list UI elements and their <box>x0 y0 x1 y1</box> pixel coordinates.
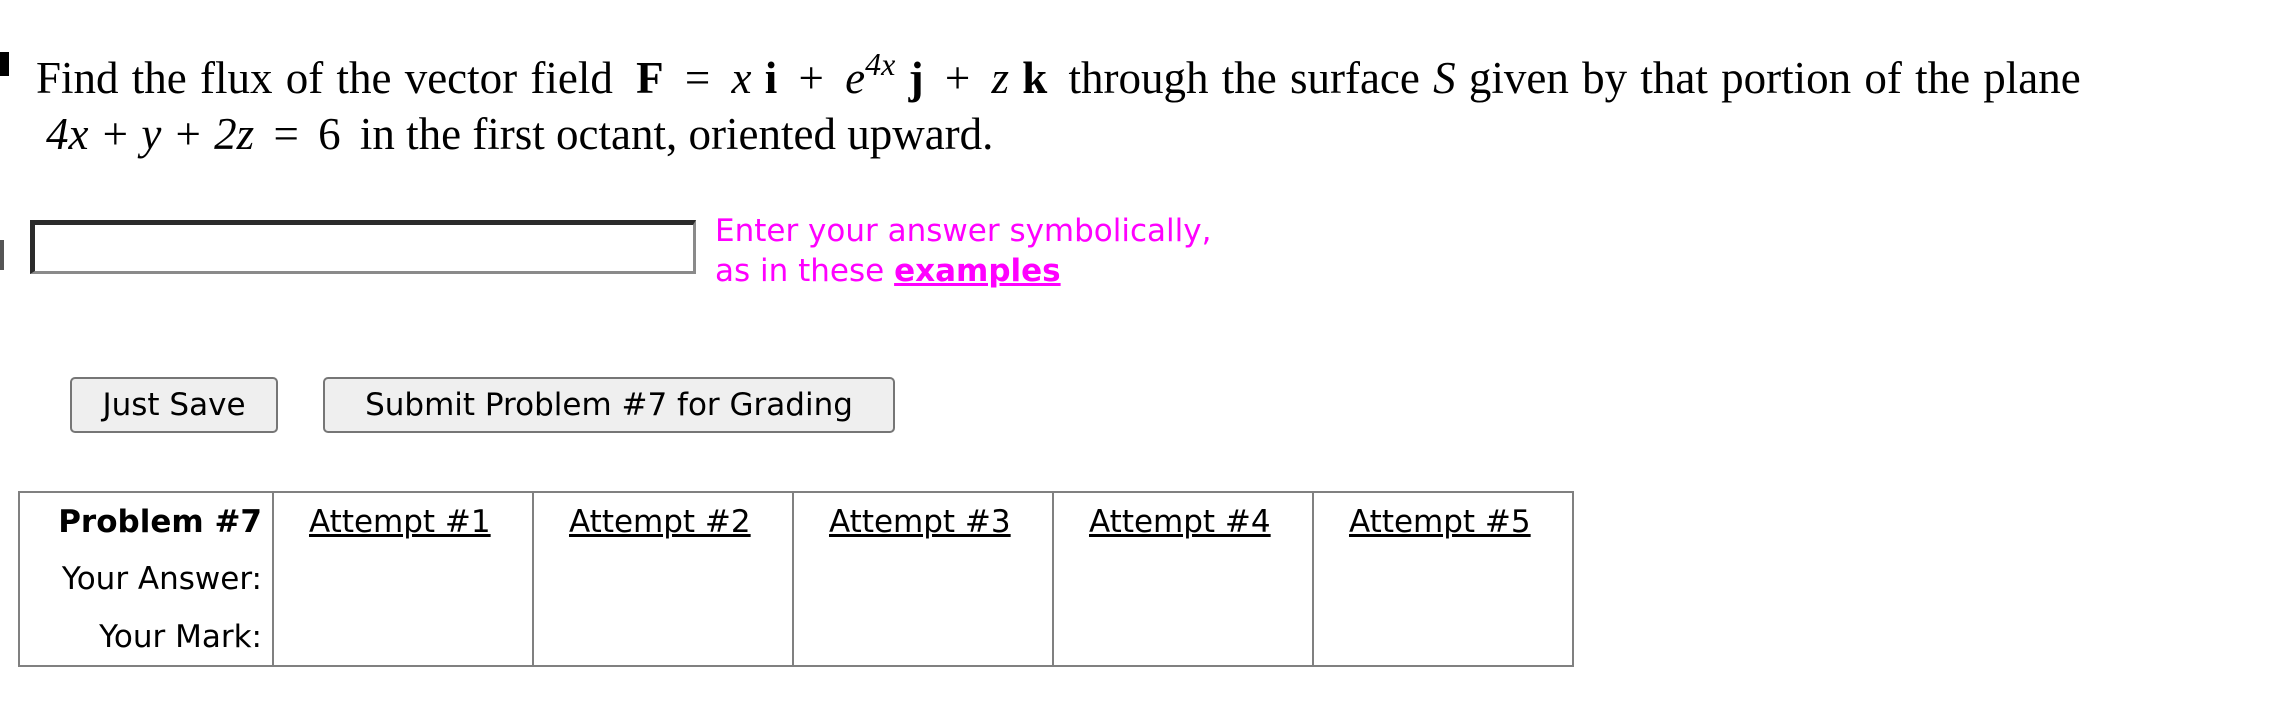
attempt-3-header: Attempt #3 <box>792 492 1053 550</box>
hint-line-2-text: as in these <box>715 253 885 289</box>
math-rhs: 6 <box>318 109 341 159</box>
math-S: S <box>1433 53 1456 103</box>
problem-line-2: 4x + y + 2z = 6 in the first octant, ori… <box>36 106 2266 162</box>
problem-number-header: Problem #7 <box>58 503 262 540</box>
math-x: x <box>731 53 752 103</box>
math-plane-equation: 4x + y + 2z <box>46 109 255 159</box>
your-mark-row: Your Mark: <box>19 608 1573 666</box>
mark-cell-4 <box>1052 608 1313 666</box>
problem-statement: Find the flux of the vector field F = x … <box>36 36 2266 162</box>
examples-link[interactable]: examples <box>894 253 1061 289</box>
attempt-4-header: Attempt #4 <box>1052 492 1313 550</box>
attempt-1-header: Attempt #1 <box>272 492 533 550</box>
math-i: i <box>764 53 778 103</box>
answer-cell-3 <box>792 550 1053 608</box>
attempts-table: Problem #7 Attempt #1 Attempt #2 Attempt… <box>18 491 1574 667</box>
submit-for-grading-button[interactable]: Submit Problem #7 for Grading <box>323 377 895 433</box>
mark-cell-3 <box>792 608 1053 666</box>
mark-cell-5 <box>1312 608 1573 666</box>
just-save-button[interactable]: Just Save <box>70 377 278 433</box>
attempt-4-link[interactable]: Attempt #4 <box>1089 504 1271 540</box>
math-j: j <box>908 53 924 103</box>
hint-line-2: as in these examples <box>715 251 1211 291</box>
math-F: F <box>636 53 664 103</box>
problem-tail: through the surface <box>1068 53 1420 103</box>
answer-cell-1 <box>272 550 533 608</box>
answer-cell-4 <box>1052 550 1313 608</box>
left-edge-marker-2 <box>0 240 4 270</box>
answer-cell-2 <box>532 550 793 608</box>
problem-intro: Find the flux of the vector field <box>36 53 613 103</box>
problem-line-1: Find the flux of the vector field F = x … <box>36 36 2266 106</box>
attempt-5-link[interactable]: Attempt #5 <box>1349 504 1531 540</box>
math-k: k <box>1022 53 1048 103</box>
math-z: z <box>991 53 1009 103</box>
mark-cell-1 <box>272 608 533 666</box>
attempt-1-link[interactable]: Attempt #1 <box>309 504 491 540</box>
attempt-5-header: Attempt #5 <box>1312 492 1573 550</box>
math-eq-2: = <box>273 109 299 159</box>
math-e: e <box>845 53 866 103</box>
attempt-2-header: Attempt #2 <box>532 492 793 550</box>
answer-hint: Enter your answer symbolically, as in th… <box>715 211 1211 291</box>
attempts-header-row: Problem #7 Attempt #1 Attempt #2 Attempt… <box>19 492 1573 550</box>
attempt-2-link[interactable]: Attempt #2 <box>569 504 751 540</box>
problem-tail-2: given by that portion of the plane <box>1468 53 2081 103</box>
math-eq: = <box>684 53 711 103</box>
left-edge-marker <box>0 52 9 76</box>
problem-line-2-tail: in the first octant, oriented upward. <box>359 109 994 159</box>
your-mark-label: Your Mark: <box>99 618 262 655</box>
mark-cell-2 <box>532 608 793 666</box>
answer-input[interactable] <box>30 220 696 274</box>
math-plus-1: + <box>798 53 824 103</box>
answer-cell-5 <box>1312 550 1573 608</box>
your-answer-row: Your Answer: <box>19 550 1573 608</box>
math-plus-2: + <box>944 53 971 103</box>
math-exponent: 4x <box>865 46 896 82</box>
hint-line-1: Enter your answer symbolically, <box>715 213 1212 249</box>
attempt-3-link[interactable]: Attempt #3 <box>829 504 1011 540</box>
your-answer-label: Your Answer: <box>61 561 262 597</box>
